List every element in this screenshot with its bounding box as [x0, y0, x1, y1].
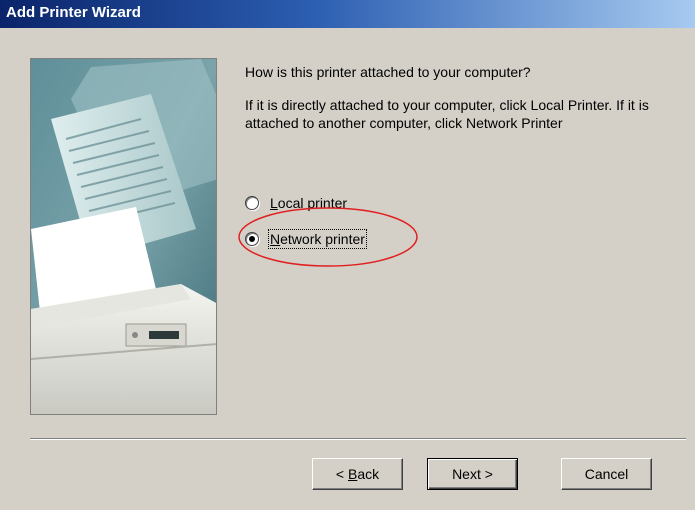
- printer-illustration: [30, 58, 217, 415]
- title-bar: Add Printer Wizard: [0, 0, 695, 28]
- window-title: Add Printer Wizard: [6, 4, 141, 21]
- question-text: How is this printer attached to your com…: [245, 64, 531, 80]
- instructions-text: If it is directly attached to your compu…: [245, 97, 649, 131]
- next-button[interactable]: Next >: [427, 458, 518, 490]
- red-highlight-ellipse: [238, 207, 418, 267]
- back-button[interactable]: < Back: [312, 458, 403, 490]
- footer-separator: [30, 438, 686, 440]
- cancel-button[interactable]: Cancel: [561, 458, 652, 490]
